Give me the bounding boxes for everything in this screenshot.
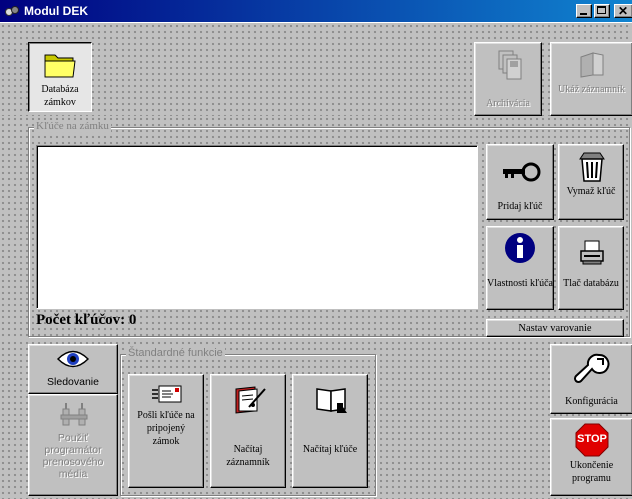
print-db-button[interactable]: Tlač databázu: [558, 226, 624, 310]
monitoring-label: Sledovanie: [47, 376, 99, 388]
open-book-icon: [316, 388, 347, 413]
maximize-icon: [597, 6, 606, 14]
wrench-icon: [573, 353, 610, 384]
keys-count-label: Počet kľúčov: 0: [36, 312, 137, 328]
minimize-button[interactable]: [576, 4, 592, 18]
title-bar: Modul DEK ✕: [0, 0, 632, 22]
maximize-button[interactable]: [594, 4, 610, 18]
keys-list[interactable]: [36, 145, 478, 309]
programmer-label: Použiť programátor prenosového média: [42, 432, 104, 480]
read-keys-button[interactable]: Načítaj kľúče: [292, 374, 368, 488]
read-log-label: Načítaj záznamník: [226, 444, 270, 468]
stop-icon-text: STOP: [577, 433, 607, 445]
key-icon: [503, 162, 541, 182]
show-log-label: Ukáž záznamník: [558, 84, 625, 95]
minimize-icon: [580, 13, 587, 15]
add-key-label: Pridaj kľúč: [497, 201, 543, 212]
notebook-icon: [235, 386, 266, 414]
exit-label: Ukončenie programu: [569, 460, 614, 484]
database-label: Databáza zámkov: [41, 84, 79, 108]
add-key-button[interactable]: Pridaj kľúč: [486, 144, 554, 220]
card-icon: [152, 385, 182, 403]
close-icon: ✕: [618, 4, 629, 18]
config-label: Konfigurácia: [565, 396, 618, 407]
key-properties-button[interactable]: Vlastnosti kľúča: [486, 226, 554, 310]
config-button[interactable]: Konfigurácia: [550, 344, 632, 414]
send-keys-button[interactable]: Pošli kľúče na pripojený zámok: [128, 374, 204, 488]
archive-label: Archivácia: [486, 98, 530, 109]
delete-key-label: Vymaž kľúč: [566, 186, 616, 197]
set-warning-label: Nastav varovanie: [518, 323, 592, 334]
read-log-button[interactable]: Načítaj záznamník: [210, 374, 286, 488]
send-keys-label: Pošli kľúče na pripojený zámok: [137, 410, 195, 447]
set-warning-button[interactable]: Nastav varovanie: [486, 319, 624, 337]
monitoring-button[interactable]: Sledovanie: [28, 344, 118, 394]
close-button[interactable]: ✕: [614, 4, 632, 18]
book-icon: [580, 52, 604, 78]
print-db-label: Tlač databázu: [563, 278, 619, 289]
info-icon: [505, 233, 535, 263]
delete-key-button[interactable]: Vymaž kľúč: [558, 144, 624, 220]
trash-icon: [579, 152, 605, 182]
programmer-icon: [60, 403, 88, 426]
eye-icon: [57, 350, 89, 368]
window-title: Modul DEK: [24, 4, 88, 18]
read-keys-label: Načítaj kľúče: [302, 444, 358, 455]
standard-group-title: Štandardné funkcie: [126, 347, 225, 359]
key-properties-label: Vlastnosti kľúča: [487, 278, 553, 289]
programmer-button[interactable]: Použiť programátor prenosového média: [28, 394, 118, 496]
folder-icon: [44, 54, 76, 78]
archive-icon: [498, 50, 522, 80]
app-icon: [5, 6, 19, 16]
archive-button[interactable]: Archivácia: [474, 42, 542, 116]
show-log-button[interactable]: Ukáž záznamník: [550, 42, 632, 116]
printer-icon: [580, 240, 604, 265]
exit-button[interactable]: STOP Ukončenie programu: [550, 418, 632, 496]
keys-group-title: Kľúče na zámku: [34, 120, 111, 132]
database-button[interactable]: Databáza zámkov: [28, 42, 92, 112]
